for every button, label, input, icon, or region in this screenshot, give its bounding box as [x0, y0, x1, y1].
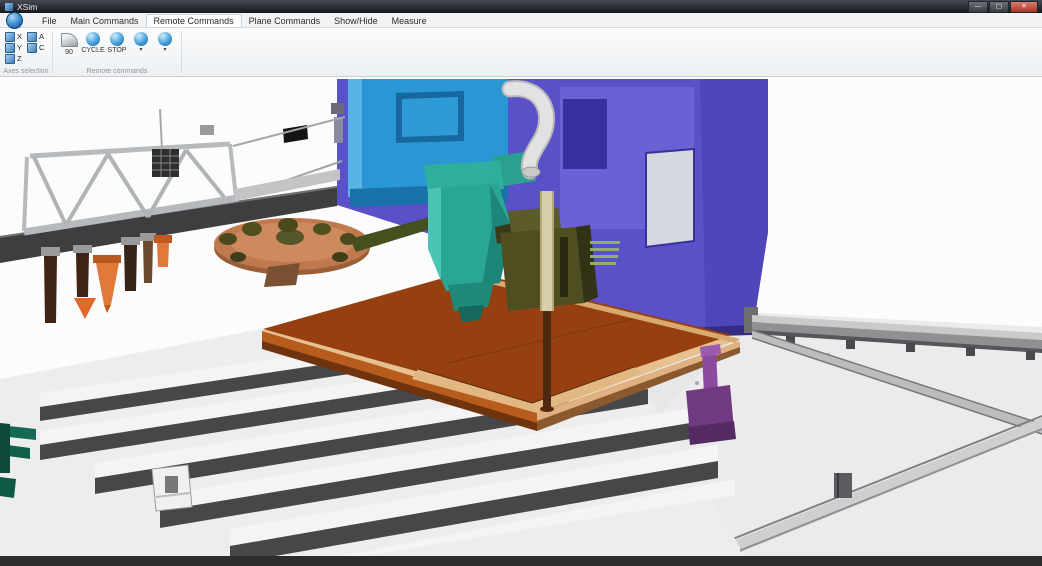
dropdown-arrow-icon: ▾ [139, 47, 142, 54]
dropdown-arrow-icon: ▾ [163, 47, 166, 54]
tab-show-hide[interactable]: Show/Hide [327, 15, 385, 27]
rotate-90-button[interactable]: 90 [57, 30, 81, 57]
axis-toggle-c[interactable]: C [27, 42, 49, 53]
app-icon [5, 3, 13, 11]
axis-toggle-z[interactable]: Z [5, 53, 27, 64]
titlebar: XSim — ▢ ✕ [0, 0, 1042, 13]
remote-orb-icon [86, 32, 100, 46]
remote-orb-icon [134, 32, 148, 46]
remote-command-button-5[interactable]: ▾ [153, 30, 177, 57]
stop-button[interactable]: STOP [105, 30, 129, 57]
tab-remote-commands[interactable]: Remote Commands [146, 14, 242, 27]
remote-group-label: Remote commands [53, 68, 181, 75]
axis-cube-icon [5, 54, 15, 64]
remote-commands-group: 90 CYCLE STOP ▾ ▾ Remo [53, 28, 181, 76]
bottom-frame-strip [0, 556, 1042, 566]
bed-stop [152, 465, 192, 511]
viewport[interactable] [0, 77, 1042, 566]
xsim-window: XSim — ▢ ✕ File Main Commands Remote Com… [0, 0, 1042, 566]
application-menu-button[interactable] [6, 12, 23, 29]
ribbon-tab-bar: File Main Commands Remote Commands Plane… [0, 13, 1042, 28]
ribbon: X A Y C Z Axes selection 90 CYCLE [0, 28, 1042, 77]
remote-command-button-4[interactable]: ▾ [129, 30, 153, 57]
remote-orb-icon [158, 32, 172, 46]
axis-toggle-y[interactable]: Y [5, 42, 27, 53]
cycle-button[interactable]: CYCLE [81, 30, 105, 57]
tab-main-commands[interactable]: Main Commands [64, 15, 146, 27]
rotate-90-icon [61, 33, 78, 47]
axis-toggle-a[interactable]: A [27, 31, 49, 42]
axis-toggle-x[interactable]: X [5, 31, 27, 42]
axis-cube-icon [27, 32, 37, 42]
tab-file[interactable]: File [35, 15, 64, 27]
tab-measure[interactable]: Measure [385, 15, 434, 27]
axes-group-label: Axes selection [0, 68, 52, 75]
remote-orb-icon [110, 32, 124, 46]
window-title: XSim [17, 2, 37, 12]
axes-selection-group: X A Y C Z Axes selection [0, 28, 52, 76]
maximize-button[interactable]: ▢ [989, 1, 1009, 13]
close-button[interactable]: ✕ [1010, 1, 1038, 13]
axis-cube-icon [27, 43, 37, 53]
tab-plane-commands[interactable]: Plane Commands [242, 15, 328, 27]
minimize-button[interactable]: — [968, 1, 988, 13]
window-controls: — ▢ ✕ [968, 1, 1038, 13]
axis-cube-icon [5, 43, 15, 53]
axis-cube-icon [5, 32, 15, 42]
group-separator [181, 31, 182, 73]
3d-viewport[interactable] [0, 77, 1042, 566]
